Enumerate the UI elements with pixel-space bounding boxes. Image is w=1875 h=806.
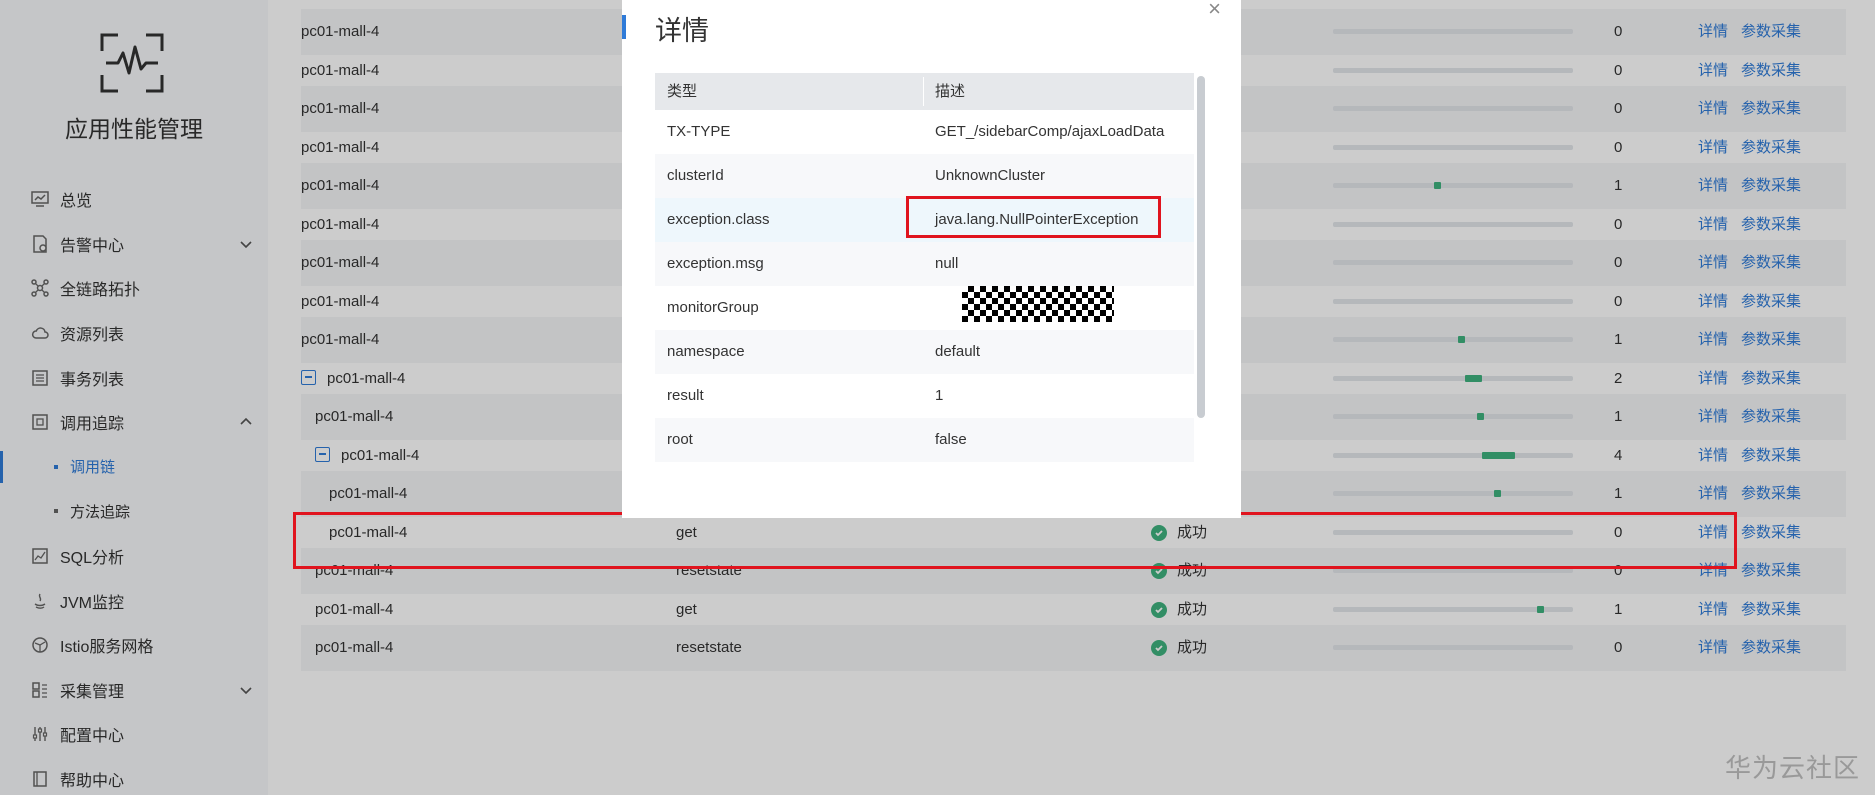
watermark: 华为云社区 bbox=[1725, 753, 1861, 783]
header-divider bbox=[923, 77, 924, 106]
detail-table: 类型 描述 TX-TYPE GET_/sidebarComp/ajaxLoadDa… bbox=[655, 73, 1194, 479]
detail-key: root bbox=[667, 431, 693, 448]
detail-value: false bbox=[935, 431, 967, 448]
bottom-strip bbox=[0, 795, 1875, 806]
detail-row: root false bbox=[655, 418, 1194, 462]
highlight-box-exception-class bbox=[906, 196, 1161, 238]
modal-title: 详情 bbox=[655, 16, 709, 46]
detail-key: namespace bbox=[667, 343, 745, 360]
redacted-value-image bbox=[962, 286, 1114, 322]
detail-key: clusterId bbox=[667, 167, 724, 184]
header-desc: 描述 bbox=[935, 83, 966, 100]
detail-key: result bbox=[667, 387, 704, 404]
header-type: 类型 bbox=[667, 83, 698, 100]
detail-row: exception.msg null bbox=[655, 242, 1194, 286]
detail-key: exception.msg bbox=[667, 255, 764, 272]
detail-value: GET_/sidebarComp/ajaxLoadData bbox=[935, 123, 1165, 140]
detail-value: 1 bbox=[935, 387, 944, 404]
detail-row: clusterId UnknownCluster bbox=[655, 154, 1194, 198]
detail-table-header: 类型 描述 bbox=[655, 73, 1194, 110]
detail-modal: 详情 × 类型 描述 TX-TYPE GET_/sidebarComp/ajaxL… bbox=[622, 0, 1241, 518]
modal-title-accent bbox=[622, 15, 626, 39]
detail-row: result 1 bbox=[655, 374, 1194, 418]
detail-value: UnknownCluster bbox=[935, 167, 1046, 184]
detail-key: monitorGroup bbox=[667, 299, 759, 316]
detail-key: exception.class bbox=[667, 211, 770, 228]
detail-row bbox=[655, 462, 1194, 479]
detail-row: TX-TYPE GET_/sidebarComp/ajaxLoadData bbox=[655, 110, 1194, 154]
highlight-box-failed-row bbox=[293, 512, 1737, 569]
detail-row: namespace default bbox=[655, 330, 1194, 374]
detail-key: TX-TYPE bbox=[667, 123, 731, 140]
close-icon[interactable]: × bbox=[1208, 0, 1221, 20]
detail-value: null bbox=[935, 255, 959, 272]
detail-value: default bbox=[935, 343, 981, 360]
detail-scrollbar-thumb[interactable] bbox=[1197, 76, 1205, 418]
